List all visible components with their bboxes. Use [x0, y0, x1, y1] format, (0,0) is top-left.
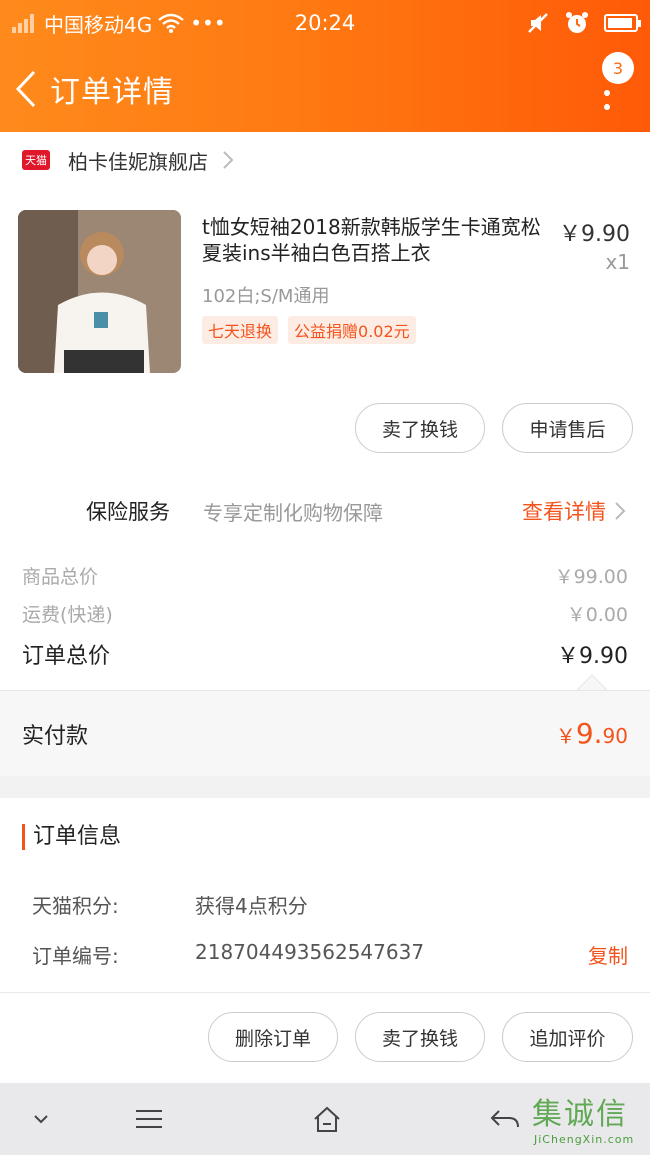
payment-currency: ￥ — [555, 724, 576, 748]
system-nav-bar: 集诚信 JiChengXin.com — [0, 1083, 650, 1155]
watermark-logo: 集诚信 JiChengXin.com — [532, 1087, 644, 1151]
delete-order-button[interactable]: 删除订单 — [208, 1012, 338, 1062]
order-info-title: 订单信息 — [22, 824, 121, 850]
more-status-dots: ••• — [190, 11, 226, 35]
back-arrow-icon — [490, 1110, 519, 1128]
after-sale-button[interactable]: 申请售后 — [502, 403, 633, 453]
battery-icon — [604, 14, 641, 32]
tag-return-policy: 七天退换 — [202, 316, 279, 344]
tmall-logo: 天猫 — [22, 150, 50, 170]
shipping-label: 运费(快递) — [22, 604, 113, 626]
signal-icon — [12, 13, 34, 33]
tag-charity: 公益捐赠0.02元 — [288, 316, 416, 344]
product-quantity: x1 — [605, 250, 630, 274]
collapse-button[interactable] — [16, 1097, 66, 1141]
insurance-row[interactable]: 保险服务 专享定制化购物保障 查看详情 — [0, 486, 650, 536]
actual-payment-label: 实付款 — [22, 723, 89, 749]
product-price: ￥9.90 — [559, 222, 630, 247]
sell-button[interactable]: 卖了换钱 — [355, 403, 485, 453]
watermark-subtext: JiChengXin.com — [534, 1133, 635, 1146]
order-total-value: ￥9.90 — [557, 644, 628, 669]
product-image[interactable] — [18, 210, 181, 373]
carrier-label: 中国移动4G — [44, 12, 153, 37]
points-value: 获得4点积分 — [195, 894, 308, 918]
copy-button[interactable]: 复制 — [588, 940, 628, 969]
watermark-text: 集诚信 — [532, 1097, 628, 1132]
status-bar: 中国移动4G ••• 20:24 — [0, 0, 650, 46]
shipping-row: 运费(快递) ￥0.00 — [22, 600, 628, 627]
nav-bar: 订单详情 3 — [0, 46, 650, 132]
add-review-button[interactable]: 追加评价 — [502, 1012, 633, 1062]
payment-decimal: 90 — [602, 724, 628, 748]
goods-total-value: ￥99.00 — [554, 566, 628, 588]
back-nav-button[interactable] — [480, 1097, 530, 1141]
actual-payment-row: 实付款 ￥9.90 — [0, 690, 650, 776]
goods-total-label: 商品总价 — [22, 566, 99, 588]
shop-row[interactable]: 天猫 柏卡佳妮旗舰店 — [0, 132, 650, 188]
product-title: t恤女短袖2018新款韩版学生卡通宽松夏装ins半袖白色百搭上衣 — [202, 215, 541, 265]
insurance-description: 专享定制化购物保障 — [203, 500, 383, 525]
home-icon — [314, 1106, 340, 1132]
header: 中国移动4G ••• 20:24 订单详情 3 — [0, 0, 650, 132]
order-card: 天猫 柏卡佳妮旗舰店 t恤女短袖2018新款韩版学生卡通宽松夏装ins半袖白色百… — [0, 132, 650, 776]
insurance-label: 保险服务 — [86, 500, 170, 524]
sell-button-bottom[interactable]: 卖了换钱 — [355, 1012, 485, 1062]
wifi-icon — [158, 13, 185, 33]
order-info-section: 订单信息 天猫积分: 获得4点积分 订单编号: 2187044935625476… — [0, 798, 650, 1083]
goods-total-row: 商品总价 ￥99.00 — [22, 562, 628, 589]
chevron-down-icon — [34, 1115, 48, 1124]
more-dot-icon — [604, 104, 610, 110]
menu-button[interactable] — [124, 1097, 174, 1141]
payment-integer: 9. — [575, 717, 603, 750]
chevron-right-icon — [223, 151, 234, 169]
home-button[interactable] — [302, 1097, 352, 1141]
shop-name: 柏卡佳妮旗舰店 — [68, 149, 208, 174]
chevron-right-icon — [615, 502, 626, 520]
order-number-value: 218704493562547637 — [195, 940, 425, 964]
insurance-details-link[interactable]: 查看详情 — [522, 496, 626, 526]
actual-payment-value: ￥9.90 — [556, 717, 628, 750]
points-label: 天猫积分: — [32, 894, 119, 918]
shipping-value: ￥0.00 — [566, 604, 628, 626]
order-number-label: 订单编号: — [32, 944, 119, 968]
back-button[interactable] — [10, 67, 42, 111]
divider — [0, 992, 650, 993]
more-dot-icon — [604, 90, 610, 96]
menu-icon — [136, 1110, 162, 1128]
alarm-icon — [566, 12, 588, 33]
product-photo-icon — [18, 210, 181, 373]
order-total-label: 订单总价 — [22, 644, 111, 669]
product-item[interactable]: t恤女短袖2018新款韩版学生卡通宽松夏装ins半袖白色百搭上衣 ￥9.90 x… — [18, 210, 632, 374]
order-total-row: 订单总价 ￥9.90 — [22, 638, 628, 670]
insurance-details-label: 查看详情 — [522, 500, 606, 524]
message-count-badge[interactable]: 3 — [602, 52, 634, 84]
product-sku: 102白;S/M通用 — [202, 286, 330, 307]
page-title: 订单详情 — [50, 75, 174, 110]
mute-icon — [528, 13, 548, 33]
chevron-left-icon — [15, 70, 36, 108]
